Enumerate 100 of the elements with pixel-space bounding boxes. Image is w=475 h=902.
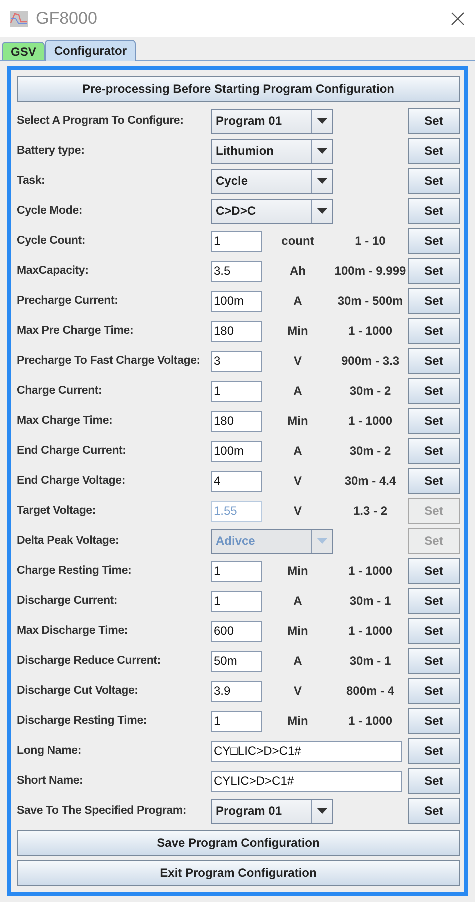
set-button[interactable]: Set bbox=[408, 348, 460, 374]
range-label: 1 - 10 bbox=[354, 234, 387, 248]
input-field[interactable]: 180 bbox=[211, 410, 262, 432]
set-button[interactable]: Set bbox=[408, 138, 460, 164]
range-label: 30m - 2 bbox=[348, 384, 392, 398]
range-label: 30m - 1 bbox=[348, 654, 392, 668]
dropdown[interactable]: Program 01 bbox=[211, 798, 333, 824]
input-field[interactable]: 100m bbox=[211, 440, 262, 462]
input-field[interactable]: 3 bbox=[211, 350, 262, 372]
field-label: Task: bbox=[17, 175, 46, 187]
field-label: Delta Peak Voltage: bbox=[17, 535, 120, 547]
input-field[interactable]: 4 bbox=[211, 470, 262, 492]
input-field[interactable]: 1 bbox=[211, 230, 262, 252]
input-field[interactable]: 1 bbox=[211, 380, 262, 402]
input-field[interactable]: 1 bbox=[211, 710, 262, 732]
unit-label: Min bbox=[286, 624, 310, 638]
close-icon[interactable] bbox=[451, 12, 465, 26]
unit-label: Min bbox=[286, 414, 310, 428]
range-label: 800m - 4 bbox=[345, 684, 396, 698]
dropdown[interactable]: Lithumion bbox=[211, 138, 333, 164]
field-label: Max Discharge Time: bbox=[17, 625, 130, 637]
field-label: Cycle Count: bbox=[17, 235, 87, 247]
set-button[interactable]: Set bbox=[408, 798, 460, 824]
set-button[interactable]: Set bbox=[408, 738, 460, 764]
set-button[interactable]: Set bbox=[408, 558, 460, 584]
set-button[interactable]: Set bbox=[408, 318, 460, 344]
input-field[interactable]: 600 bbox=[211, 620, 262, 642]
unit-label: A bbox=[292, 444, 304, 458]
set-button[interactable]: Set bbox=[408, 648, 460, 674]
range-label: 30m - 500m bbox=[336, 294, 404, 308]
unit-label: V bbox=[292, 354, 303, 368]
set-button[interactable]: Set bbox=[408, 228, 460, 254]
range-label: 1 - 1000 bbox=[347, 714, 394, 728]
unit-label: V bbox=[292, 504, 303, 518]
unit-label: V bbox=[292, 474, 303, 488]
field-label: Discharge Current: bbox=[17, 595, 119, 607]
unit-label: Ah bbox=[289, 264, 307, 278]
range-label: 30m - 2 bbox=[348, 444, 392, 458]
range-label: 1 - 1000 bbox=[347, 624, 394, 638]
set-button[interactable]: Set bbox=[408, 408, 460, 434]
field-label: Precharge Current: bbox=[17, 295, 120, 307]
input-field[interactable]: 3.5 bbox=[211, 260, 262, 282]
field-label: Discharge Resting Time: bbox=[17, 715, 148, 727]
input-field[interactable]: CYLIC>D>C1# bbox=[211, 770, 402, 792]
set-button[interactable]: Set bbox=[408, 288, 460, 314]
caret-icon bbox=[316, 118, 328, 124]
tab[interactable]: Configurator bbox=[45, 40, 136, 61]
field-label: Select A Program To Configure: bbox=[17, 115, 185, 127]
unit-label: A bbox=[292, 654, 304, 668]
preprocess-button[interactable]: Pre-processing Before Starting Program Configuration bbox=[17, 76, 460, 102]
input-field[interactable]: 1 bbox=[211, 590, 262, 612]
action-button[interactable]: Exit Program Configuration bbox=[17, 860, 460, 886]
chart-icon bbox=[10, 10, 28, 27]
range-label: 1.3 - 2 bbox=[352, 504, 389, 518]
field-label: MaxCapacity: bbox=[17, 265, 90, 277]
field-label: Precharge To Fast Charge Voltage: bbox=[17, 355, 202, 367]
set-button[interactable]: Set bbox=[408, 438, 460, 464]
unit-label: Min bbox=[286, 714, 310, 728]
dropdown[interactable]: Program 01 bbox=[211, 108, 333, 134]
input-field[interactable]: 180 bbox=[211, 320, 262, 342]
set-button[interactable]: Set bbox=[408, 708, 460, 734]
range-label: 1 - 1000 bbox=[347, 564, 394, 578]
set-button[interactable]: Set bbox=[408, 768, 460, 794]
caret-icon bbox=[316, 808, 328, 814]
field-label: End Charge Current: bbox=[17, 445, 128, 457]
dropdown[interactable]: Cycle bbox=[211, 168, 333, 194]
field-label: Max Pre Charge Time: bbox=[17, 325, 135, 337]
input-field[interactable]: 100m bbox=[211, 290, 262, 312]
set-button[interactable]: Set bbox=[408, 258, 460, 284]
dropdown[interactable]: C>D>C bbox=[211, 198, 333, 224]
input-field[interactable]: CY□LIC>D>C1# bbox=[211, 740, 402, 762]
field-label: Target Voltage: bbox=[17, 505, 97, 517]
set-button[interactable]: Set bbox=[408, 378, 460, 404]
window-title: GF8000 bbox=[36, 8, 98, 29]
caret-icon bbox=[316, 208, 328, 214]
range-label: 30m - 1 bbox=[348, 594, 392, 608]
set-button[interactable]: Set bbox=[408, 468, 460, 494]
set-button[interactable]: Set bbox=[408, 588, 460, 614]
field-label: Battery type: bbox=[17, 145, 86, 157]
input-field[interactable]: 1 bbox=[211, 560, 262, 582]
tab[interactable]: GSV bbox=[2, 42, 46, 60]
set-button[interactable]: Set bbox=[408, 198, 460, 224]
unit-label: Min bbox=[286, 564, 310, 578]
field-label: Discharge Cut Voltage: bbox=[17, 685, 140, 697]
field-label: Save To The Specified Program: bbox=[17, 805, 188, 817]
input-field[interactable]: 3.9 bbox=[211, 680, 262, 702]
field-label: End Charge Voltage: bbox=[17, 475, 126, 487]
set-button[interactable]: Set bbox=[408, 618, 460, 644]
caret-icon bbox=[316, 148, 328, 154]
set-button[interactable]: Set bbox=[408, 678, 460, 704]
range-label: 1 - 1000 bbox=[347, 414, 394, 428]
action-button[interactable]: Save Program Configuration bbox=[17, 830, 460, 856]
caret-icon bbox=[316, 538, 328, 544]
unit-label: A bbox=[292, 294, 304, 308]
unit-label: Min bbox=[286, 324, 310, 338]
range-label: 1 - 1000 bbox=[347, 324, 394, 338]
set-button[interactable]: Set bbox=[408, 168, 460, 194]
field-label: Charge Resting Time: bbox=[17, 565, 133, 577]
set-button[interactable]: Set bbox=[408, 108, 460, 134]
input-field[interactable]: 50m bbox=[211, 650, 262, 672]
